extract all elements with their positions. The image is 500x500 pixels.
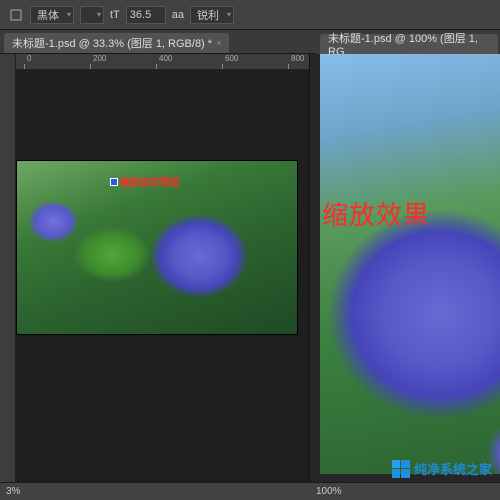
options-bar: 黑体 tT aa 锐利: [0, 0, 500, 30]
antialias-dropdown[interactable]: 锐利: [190, 6, 234, 24]
zoom-level-left[interactable]: 3%: [0, 486, 310, 497]
right-document-view: [310, 54, 500, 482]
document-tab-left[interactable]: 未标题-1.psd @ 33.3% (图层 1, RGB/8) * ×: [4, 33, 229, 53]
document-tabstrip-right: 未标题-1.psd @ 100% (图层 1, RG: [316, 30, 500, 54]
font-style-dropdown[interactable]: [80, 6, 104, 24]
ruler-tick: 400: [159, 54, 172, 63]
aa-label: aa: [172, 9, 184, 21]
canvas-left[interactable]: [16, 70, 309, 482]
status-bar: 3% 100%: [0, 482, 500, 500]
workspace: 0 200 400 600 800: [0, 54, 500, 482]
ruler-tick: 200: [93, 54, 106, 63]
watermark-text: 纯净系统之家: [414, 459, 492, 478]
watermark: 纯净系统之家: [392, 459, 492, 478]
left-document-view: 0 200 400 600 800: [0, 54, 310, 482]
tab-label: 未标题-1.psd @ 33.3% (图层 1, RGB/8) *: [12, 35, 212, 51]
ruler-tick: 800: [291, 54, 304, 63]
close-icon[interactable]: ×: [216, 38, 221, 48]
document-image-zoomed[interactable]: [320, 54, 500, 474]
tool-preset-icon[interactable]: [8, 7, 24, 23]
watermark-logo-icon: [392, 460, 410, 478]
ruler-tick: 600: [225, 54, 238, 63]
font-size-input[interactable]: [126, 6, 166, 24]
zoom-level-right[interactable]: 100%: [310, 486, 342, 497]
font-family-dropdown[interactable]: 黑体: [30, 6, 74, 24]
ruler-tick: 0: [27, 54, 31, 63]
annotation-large: 缩放效果: [322, 195, 430, 232]
document-tab-right[interactable]: 未标题-1.psd @ 100% (图层 1, RG: [320, 34, 498, 54]
horizontal-ruler[interactable]: 0 200 400 600 800: [16, 54, 309, 70]
font-size-label: tT: [110, 9, 120, 21]
vertical-ruler[interactable]: [0, 54, 16, 482]
annotation-small: 缩放实时预览: [120, 174, 180, 189]
